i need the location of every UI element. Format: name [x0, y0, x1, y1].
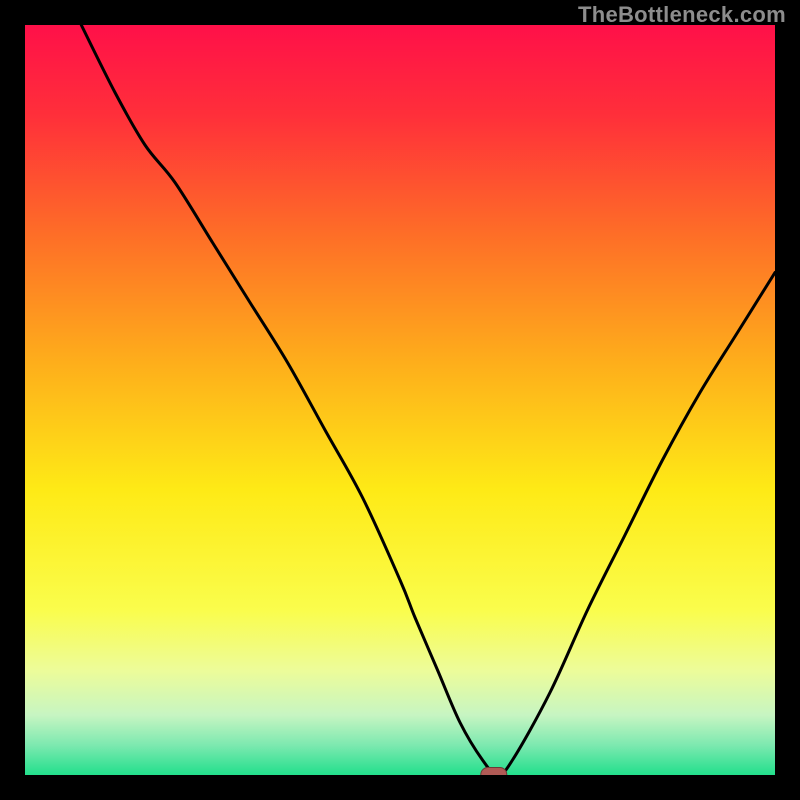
bottleneck-chart	[25, 25, 775, 775]
minimum-marker	[481, 768, 507, 776]
chart-frame: TheBottleneck.com	[0, 0, 800, 800]
gradient-background	[25, 25, 775, 775]
